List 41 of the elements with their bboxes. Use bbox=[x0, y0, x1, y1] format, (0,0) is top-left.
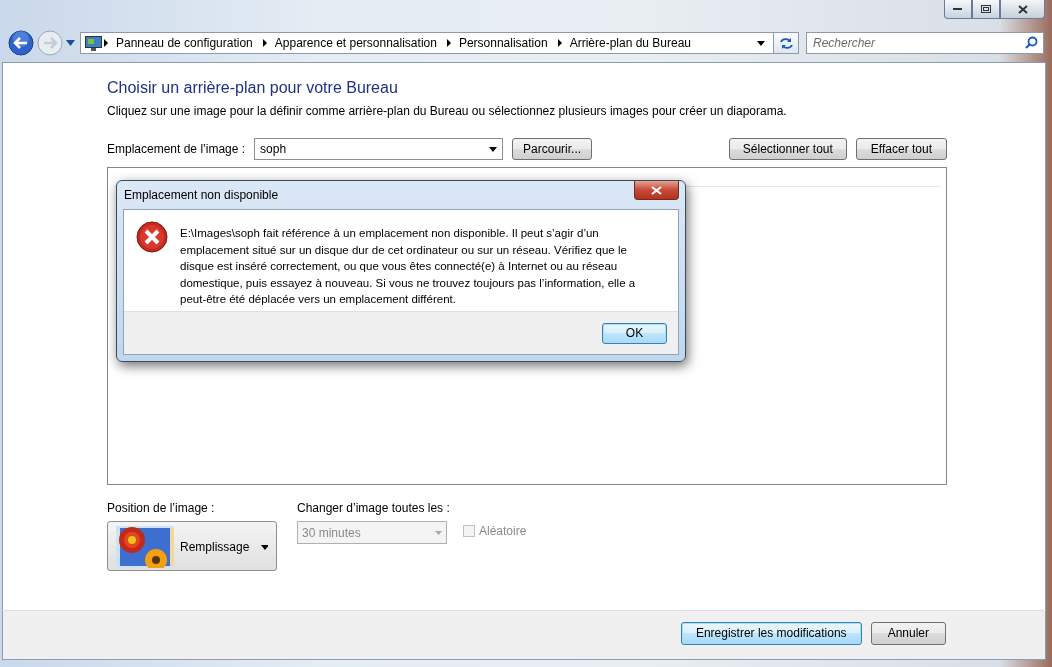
error-icon bbox=[136, 221, 168, 253]
breadcrumb-link[interactable]: Personnalisation bbox=[454, 36, 556, 50]
close-button[interactable] bbox=[1000, 0, 1045, 19]
search-field[interactable]: Rechercher bbox=[806, 32, 1044, 54]
breadcrumb-link[interactable]: Apparence et personnalisation bbox=[270, 36, 445, 50]
select-all-button[interactable]: Sélectionner tout bbox=[728, 138, 847, 160]
location-dropdown[interactable]: soph bbox=[254, 138, 504, 160]
dropdown-arrow-icon bbox=[261, 544, 268, 550]
refresh-button[interactable] bbox=[774, 32, 799, 54]
field-label: Changer d’image toutes les : bbox=[297, 501, 451, 515]
position-dropdown[interactable]: Remplissage bbox=[107, 521, 277, 571]
page-heading: Choisir un arrière-plan pour votre Bureau bbox=[107, 79, 399, 97]
checkbox-label: Aléatoire bbox=[479, 524, 527, 538]
refresh-icon bbox=[778, 36, 794, 50]
breadcrumb-link[interactable]: Panneau de configuration bbox=[112, 36, 261, 50]
dropdown-arrow-icon[interactable] bbox=[66, 40, 75, 46]
dropdown-arrow-icon bbox=[489, 146, 498, 152]
cancel-button[interactable]: Annuler bbox=[870, 621, 946, 645]
field-label: Position de l’image : bbox=[107, 501, 216, 515]
close-button[interactable] bbox=[634, 181, 679, 200]
dropdown-arrow-icon[interactable] bbox=[757, 40, 765, 46]
clear-all-button[interactable]: Effacer tout bbox=[855, 138, 947, 160]
error-message: E:\Images\soph fait référence à un emplacement non disponible. Il peut s’agir d’un emplacement situé sur un disque dur de cet ordinateur ou sur un réseau. Vérifiez que le disque est inséré correctement, ou que vous êtes connecté(e) à Internet ou au réseau domestique, puis essayez à nouveau. Si vous ne trouvez toujours pas l’information, elle a peut-être été déplacée vers un emplacement différent. bbox=[180, 226, 637, 307]
back-button[interactable] bbox=[8, 30, 34, 56]
minimize-button[interactable] bbox=[944, 0, 972, 19]
minimize-icon bbox=[953, 7, 963, 11]
close-icon bbox=[651, 185, 662, 195]
search-icon bbox=[1025, 36, 1038, 49]
monitor-icon bbox=[85, 35, 102, 51]
breadcrumb-link[interactable]: Arrière-plan du Bureau bbox=[565, 36, 700, 50]
browse-button[interactable]: Parcourir... bbox=[512, 138, 593, 160]
dropdown-arrow-icon bbox=[435, 530, 442, 535]
ok-button[interactable]: OK bbox=[602, 322, 667, 344]
address-bar[interactable]: Panneau de configuration Apparence et personnalisation Personnalisation Arrière-plan du Bureau bbox=[80, 32, 774, 54]
close-icon bbox=[1017, 4, 1028, 14]
save-button[interactable]: Enregistrer les modifications bbox=[680, 621, 862, 645]
maximize-button[interactable] bbox=[972, 0, 1000, 19]
maximize-icon bbox=[980, 4, 992, 14]
dialog-title: Emplacement non disponible bbox=[123, 188, 279, 202]
page-description: Cliquez sur une image pour la définir comme arrière-plan du Bureau ou sélectionnez plusieurs images pour créer un diaporama. bbox=[107, 104, 788, 118]
field-label: Emplacement de l’image : bbox=[107, 142, 246, 156]
